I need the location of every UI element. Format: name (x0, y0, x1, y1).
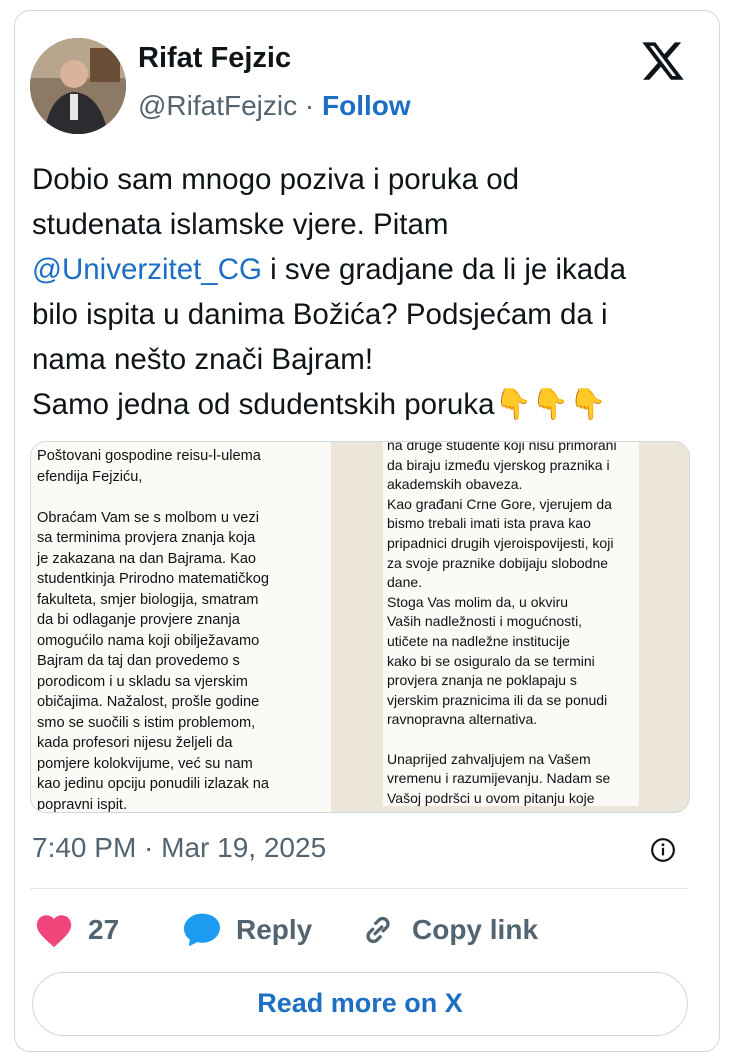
x-logo-icon[interactable] (640, 38, 686, 84)
info-icon[interactable] (650, 837, 676, 863)
author-avatar[interactable] (30, 38, 126, 134)
tweet-timestamp[interactable]: 7:40 PM · Mar 19, 2025 (32, 832, 326, 864)
tweet-line: i sve gradjane da li je ikada (261, 253, 627, 286)
reply-button[interactable]: Reply (182, 905, 312, 955)
tweet-line: nama nešto znači Bajram! (32, 343, 374, 376)
heart-icon (36, 915, 72, 948)
speech-bubble-icon (184, 913, 220, 947)
copy-link-button[interactable]: Copy link (358, 905, 538, 955)
follow-button[interactable]: Follow (322, 90, 411, 121)
link-icon (366, 916, 390, 944)
attached-image[interactable]: Poštovani gospodine reisu-l-ulema efendi… (30, 441, 690, 813)
tweet-line: Dobio sam mnogo poziva i poruka od (32, 163, 520, 196)
divider (30, 888, 688, 889)
separator-dot: · (304, 90, 315, 121)
action-bar: 27 Reply Copy link (0, 905, 730, 955)
tweet-line: studenata islamske vjere. Pitam (32, 208, 449, 241)
author-handle[interactable]: @RifatFejzic (138, 90, 297, 121)
copy-link-label: Copy link (412, 914, 539, 945)
like-count: 27 (88, 914, 120, 945)
like-button[interactable]: 27 (34, 905, 119, 955)
message-bubble-left: Poštovani gospodine reisu-l-ulema efendi… (31, 442, 331, 812)
author-name[interactable]: Rifat Fejzic (138, 42, 291, 75)
mention-link[interactable]: @Univerzitet_CG (32, 253, 262, 286)
author-handle-row: @RifatFejzic · Follow (138, 90, 411, 122)
tweet-text: Dobio sam mnogo poziva i poruka od stude… (32, 157, 692, 427)
tweet-line: Samo jedna od sdudentskih poruka (32, 388, 495, 421)
pointing-down-emoji: 👇👇👇 (494, 388, 607, 421)
message-bubble-right: na druge studente koji nisu primorani da… (383, 442, 639, 806)
reply-label: Reply (236, 914, 313, 945)
tweet-line: bilo ispita u danima Božića? Podsjećam d… (32, 298, 608, 331)
read-more-button[interactable]: Read more on X (32, 972, 688, 1036)
